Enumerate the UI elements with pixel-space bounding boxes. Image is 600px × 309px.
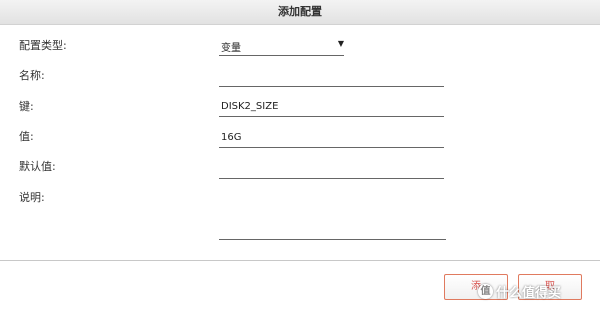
smzdm-logo-icon: 值: [478, 283, 493, 299]
value-value: 16G: [221, 132, 242, 143]
name-input[interactable]: [219, 86, 444, 87]
dialog-title: 添加配置: [0, 0, 600, 25]
config-type-select[interactable]: 变量 ▼: [219, 36, 344, 56]
key-value: DISK2_SIZE: [221, 101, 279, 112]
key-label: 键:: [19, 100, 34, 113]
description-label: 说明:: [19, 191, 45, 204]
description-textarea[interactable]: [219, 239, 446, 240]
watermark-text: 什么值得买: [496, 285, 562, 301]
value-label: 值:: [19, 130, 34, 143]
config-type-label: 配置类型:: [19, 39, 67, 52]
config-type-value: 变量: [221, 43, 241, 54]
name-label: 名称:: [19, 69, 45, 82]
value-input[interactable]: [219, 147, 444, 148]
key-input[interactable]: [219, 116, 444, 117]
watermark: 值 什么值得买: [478, 281, 561, 301]
default-value-label: 默认值:: [19, 160, 56, 173]
caret-down-icon: ▼: [337, 39, 344, 48]
footer-divider: [0, 260, 600, 261]
default-value-input[interactable]: [219, 178, 444, 179]
